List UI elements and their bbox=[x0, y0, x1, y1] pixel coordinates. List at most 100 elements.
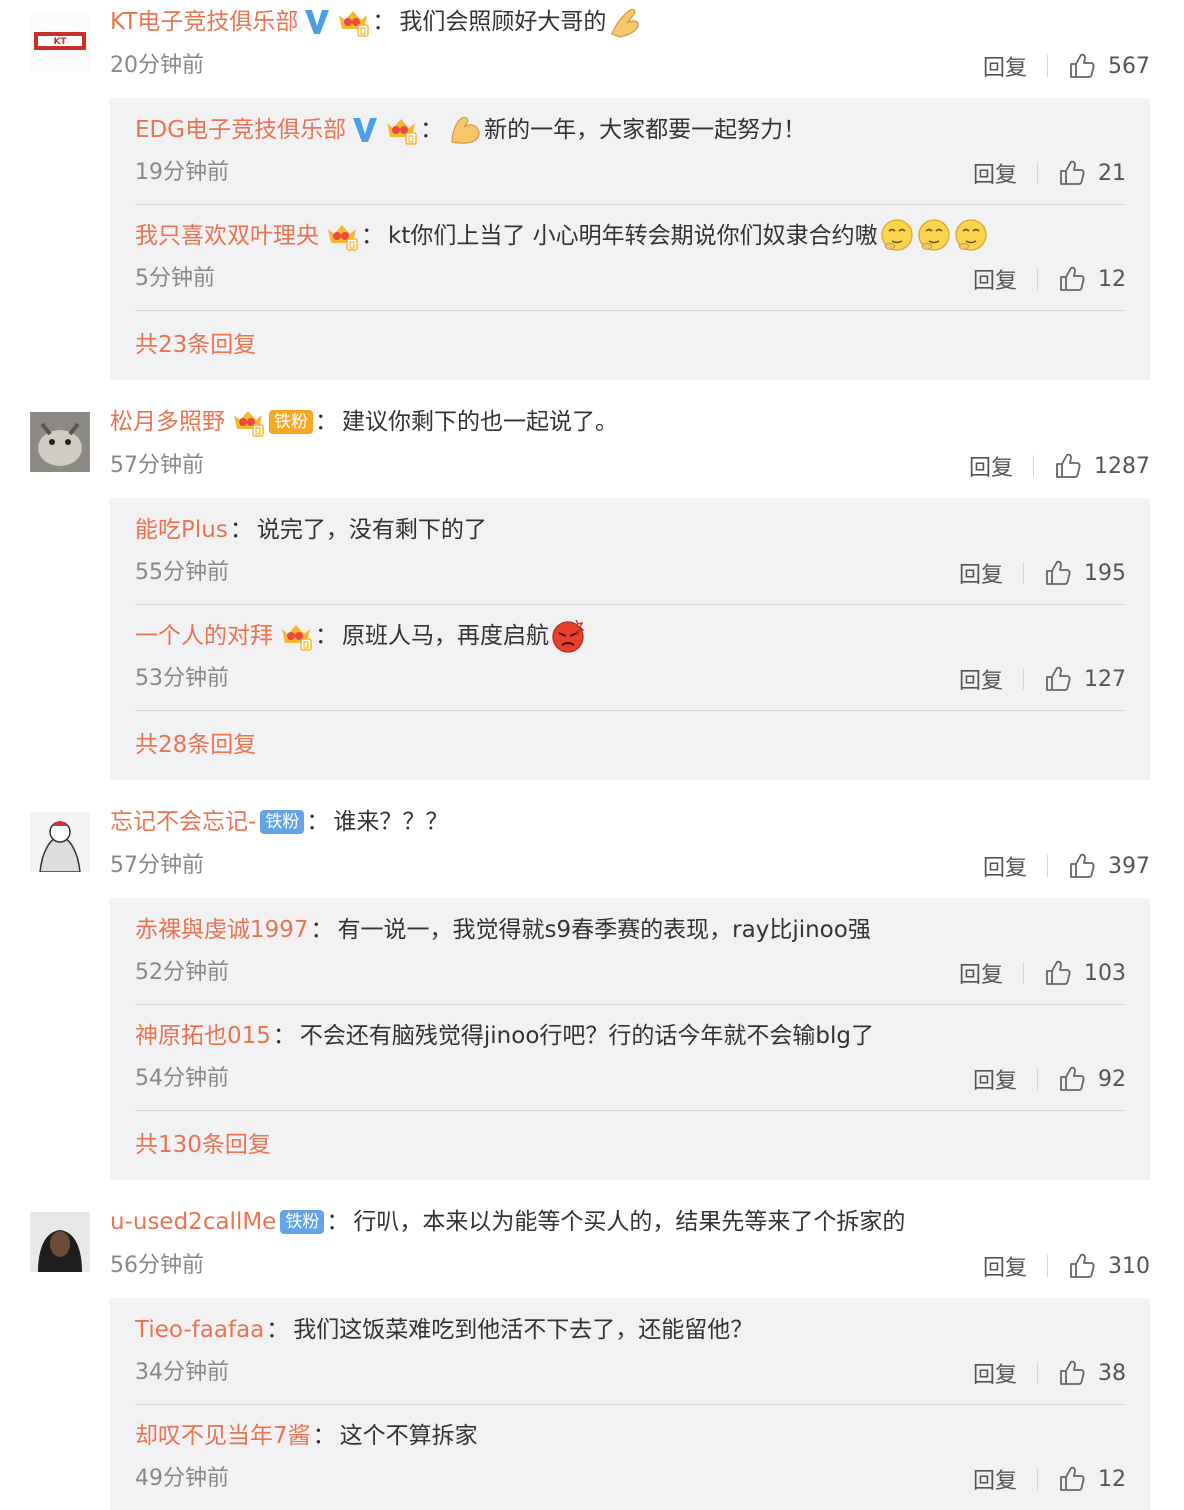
divider bbox=[1037, 1068, 1038, 1090]
reply-button[interactable]: 回复 bbox=[959, 557, 1003, 589]
like-button[interactable]: 21 bbox=[1058, 159, 1126, 187]
like-count: 38 bbox=[1098, 1360, 1126, 1386]
vip-crown-icon[interactable] bbox=[231, 407, 265, 437]
reply-button[interactable]: 回复 bbox=[973, 1063, 1017, 1095]
thumbs-up-icon bbox=[1044, 665, 1072, 693]
thumbs-up-icon bbox=[1044, 959, 1072, 987]
vip-crown-icon[interactable] bbox=[279, 621, 313, 651]
reply-text: 这个不算拆家 bbox=[339, 1423, 478, 1449]
reply-actions: 回复 12 bbox=[973, 1463, 1126, 1495]
reply-actions: 回复 195 bbox=[959, 557, 1126, 589]
like-button[interactable]: 310 bbox=[1068, 1252, 1150, 1280]
verified-v-icon[interactable] bbox=[304, 8, 330, 36]
like-button[interactable]: 567 bbox=[1068, 52, 1150, 80]
thumbs-up-icon bbox=[1068, 1252, 1096, 1280]
comment-line: KT电子竞技俱乐部 ： 我们会照顾好大哥的 bbox=[110, 6, 643, 38]
vip-crown-icon[interactable] bbox=[336, 7, 370, 37]
like-button[interactable]: 397 bbox=[1068, 852, 1150, 880]
comment-actions: 回复 397 bbox=[983, 850, 1150, 882]
comment-time: 20分钟前 bbox=[110, 53, 204, 78]
like-button[interactable]: 92 bbox=[1058, 1065, 1126, 1093]
iron-fan-badge[interactable]: 铁粉 bbox=[269, 410, 313, 434]
like-button[interactable]: 12 bbox=[1058, 1465, 1126, 1493]
like-button[interactable]: 103 bbox=[1044, 959, 1126, 987]
thumbs-up-icon bbox=[1068, 852, 1096, 880]
like-button[interactable]: 38 bbox=[1058, 1359, 1126, 1387]
comment-actions: 回复 1287 bbox=[969, 450, 1150, 482]
vip-crown-icon[interactable] bbox=[384, 115, 418, 145]
reply-time: 53分钟前 bbox=[135, 666, 229, 691]
username-link[interactable]: 忘记不会忘记- bbox=[110, 806, 256, 838]
more-replies-link[interactable]: 共23条回复 bbox=[135, 329, 256, 361]
comment-line: 松月多照野 铁粉 ： 建议你剩下的也一起说了。 bbox=[110, 406, 618, 438]
more-replies-link[interactable]: 共130条回复 bbox=[135, 1129, 271, 1161]
like-count: 1287 bbox=[1094, 453, 1150, 479]
username-link[interactable]: u-used2callMe bbox=[110, 1206, 276, 1238]
colon: ： bbox=[310, 917, 334, 943]
reply-time: 54分钟前 bbox=[135, 1066, 229, 1091]
username-link[interactable]: 松月多照野 bbox=[110, 406, 225, 438]
reply-button[interactable]: 回复 bbox=[983, 850, 1027, 882]
colon: ： bbox=[315, 409, 338, 435]
strong-arm-emoji bbox=[448, 112, 484, 148]
colon: ： bbox=[361, 223, 384, 249]
colon: ： bbox=[315, 623, 338, 649]
vip-crown-icon[interactable] bbox=[325, 221, 359, 251]
reply-button[interactable]: 回复 bbox=[973, 157, 1017, 189]
divider bbox=[1047, 1255, 1048, 1277]
username-link[interactable]: 能吃Plus bbox=[135, 514, 228, 546]
colon: ： bbox=[306, 809, 330, 835]
iron-fan-badge[interactable]: 铁粉 bbox=[260, 810, 305, 834]
reply-button[interactable]: 回复 bbox=[983, 1250, 1027, 1282]
username-link[interactable]: 却叹不见当年7酱 bbox=[135, 1420, 311, 1452]
comment-text: 行叭，本来以为能等个买人的，结果先等来了个拆家的 bbox=[353, 1209, 906, 1235]
thumbs-up-icon bbox=[1054, 452, 1082, 480]
reply-time: 5分钟前 bbox=[135, 266, 215, 291]
thumbs-up-icon bbox=[1058, 265, 1086, 293]
reply-time: 49分钟前 bbox=[135, 1466, 229, 1491]
username-link[interactable]: EDG电子竞技俱乐部 bbox=[135, 114, 346, 146]
colon: ： bbox=[326, 1209, 350, 1235]
username-link[interactable]: 一个人的对拜 bbox=[135, 620, 273, 652]
divider bbox=[1047, 55, 1048, 77]
more-replies-link[interactable]: 共28条回复 bbox=[135, 729, 256, 761]
comment-text: 我们会照顾好大哥的 bbox=[399, 9, 607, 35]
username-link[interactable]: 我只喜欢双叶理央 bbox=[135, 220, 319, 252]
colon: ： bbox=[312, 1423, 336, 1449]
reply-time: 55分钟前 bbox=[135, 560, 229, 585]
like-button[interactable]: 1287 bbox=[1054, 452, 1150, 480]
reply-button[interactable]: 回复 bbox=[969, 450, 1013, 482]
comment-line: u-used2callMe 铁粉 ： 行叭，本来以为能等个买人的，结果先等来了个… bbox=[110, 1206, 905, 1238]
avatar[interactable] bbox=[30, 412, 90, 472]
reply-button[interactable]: 回复 bbox=[959, 663, 1003, 695]
colon: ： bbox=[266, 1317, 290, 1343]
avatar[interactable] bbox=[30, 812, 90, 872]
comment-line: 忘记不会忘记- 铁粉 ： 谁来？？？ bbox=[110, 806, 448, 838]
like-button[interactable]: 127 bbox=[1044, 665, 1126, 693]
divider bbox=[1037, 162, 1038, 184]
verified-v-icon[interactable] bbox=[352, 116, 378, 144]
avatar[interactable]: KT bbox=[30, 12, 90, 72]
reply-text: 有一说一，我觉得就s9春季赛的表现，ray比jinoo强 bbox=[337, 917, 871, 943]
divider bbox=[1037, 1468, 1038, 1490]
username-link[interactable]: KT电子竞技俱乐部 bbox=[110, 6, 298, 38]
iron-fan-badge[interactable]: 铁粉 bbox=[280, 1210, 325, 1234]
reply-button[interactable]: 回复 bbox=[983, 50, 1027, 82]
reply-line: 一个人的对拜 ： 原班人马，再度启航 bbox=[135, 620, 586, 652]
username-link[interactable]: Tieo-faafaa bbox=[135, 1314, 264, 1346]
reply-actions: 回复 103 bbox=[959, 957, 1126, 989]
like-button[interactable]: 12 bbox=[1058, 265, 1126, 293]
like-button[interactable]: 195 bbox=[1044, 559, 1126, 587]
colon: ： bbox=[420, 117, 444, 143]
svg-text:KT: KT bbox=[53, 37, 67, 47]
username-link[interactable]: 神原拓也015 bbox=[135, 1020, 271, 1052]
comment-time: 57分钟前 bbox=[110, 853, 204, 878]
like-count: 103 bbox=[1084, 960, 1126, 986]
reply-button[interactable]: 回复 bbox=[959, 957, 1003, 989]
avatar[interactable] bbox=[30, 1212, 90, 1272]
reply-button[interactable]: 回复 bbox=[973, 1357, 1017, 1389]
reply-line: 却叹不见当年7酱 ： 这个不算拆家 bbox=[135, 1420, 478, 1452]
reply-button[interactable]: 回复 bbox=[973, 1463, 1017, 1495]
reply-button[interactable]: 回复 bbox=[973, 263, 1017, 295]
username-link[interactable]: 赤裸與虔诚1997 bbox=[135, 914, 309, 946]
